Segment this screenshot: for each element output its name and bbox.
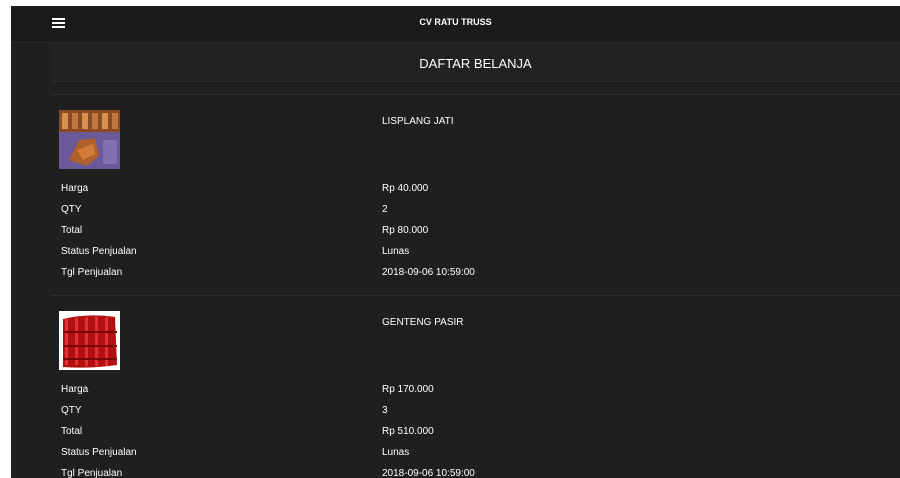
date-value: 2018-09-06 10:59:00: [382, 267, 475, 278]
cart-item: LISPLANG JATI Harga Rp 40.000 QTY 2 Tota…: [51, 94, 900, 295]
total-label: Total: [61, 225, 83, 236]
cart-list: LISPLANG JATI Harga Rp 40.000 QTY 2 Tota…: [51, 94, 900, 478]
total-value: Rp 80.000: [382, 225, 429, 236]
date-label: Tgl Penjualan: [61, 267, 123, 278]
page-title: DAFTAR BELANJA: [419, 56, 532, 71]
status-value: Lunas: [382, 447, 410, 458]
qty-row: QTY 3: [61, 405, 861, 419]
qty-label: QTY: [61, 405, 82, 416]
total-row: Total Rp 510.000: [61, 426, 861, 440]
app-window: CV RATU TRUSS DAFTAR BELANJA LISPLANG JA…: [11, 6, 900, 478]
total-value: Rp 510.000: [382, 426, 434, 437]
product-name: LISPLANG JATI: [382, 116, 454, 127]
product-image-genteng-pasir: [59, 311, 120, 370]
status-value: Lunas: [382, 246, 410, 257]
qty-row: QTY 2: [61, 204, 861, 218]
app-title: CV RATU TRUSS: [419, 17, 492, 27]
cart-item: GENTENG PASIR Harga Rp 170.000 QTY 3 Tot…: [51, 295, 900, 478]
qty-label: QTY: [61, 204, 82, 215]
status-label: Status Penjualan: [61, 447, 137, 458]
status-row: Status Penjualan Lunas: [61, 246, 861, 260]
date-row: Tgl Penjualan 2018-09-06 10:59:00: [61, 267, 861, 281]
price-row: Harga Rp 170.000: [61, 384, 861, 398]
total-label: Total: [61, 426, 83, 437]
product-name: GENTENG PASIR: [382, 317, 464, 328]
qty-value: 2: [382, 204, 388, 215]
status-label: Status Penjualan: [61, 246, 137, 257]
price-row: Harga Rp 40.000: [61, 183, 861, 197]
qty-value: 3: [382, 405, 388, 416]
date-label: Tgl Penjualan: [61, 468, 123, 478]
total-row: Total Rp 80.000: [61, 225, 861, 239]
top-navbar: CV RATU TRUSS: [11, 6, 900, 43]
price-label: Harga: [61, 384, 89, 395]
product-image-lisplang-jati: [59, 110, 120, 169]
price-label: Harga: [61, 183, 89, 194]
date-value: 2018-09-06 10:59:00: [382, 468, 475, 478]
price-value: Rp 40.000: [382, 183, 429, 194]
date-row: Tgl Penjualan 2018-09-06 10:59:00: [61, 468, 861, 478]
page-title-bar: DAFTAR BELANJA: [51, 43, 900, 82]
price-value: Rp 170.000: [382, 384, 434, 395]
status-row: Status Penjualan Lunas: [61, 447, 861, 461]
